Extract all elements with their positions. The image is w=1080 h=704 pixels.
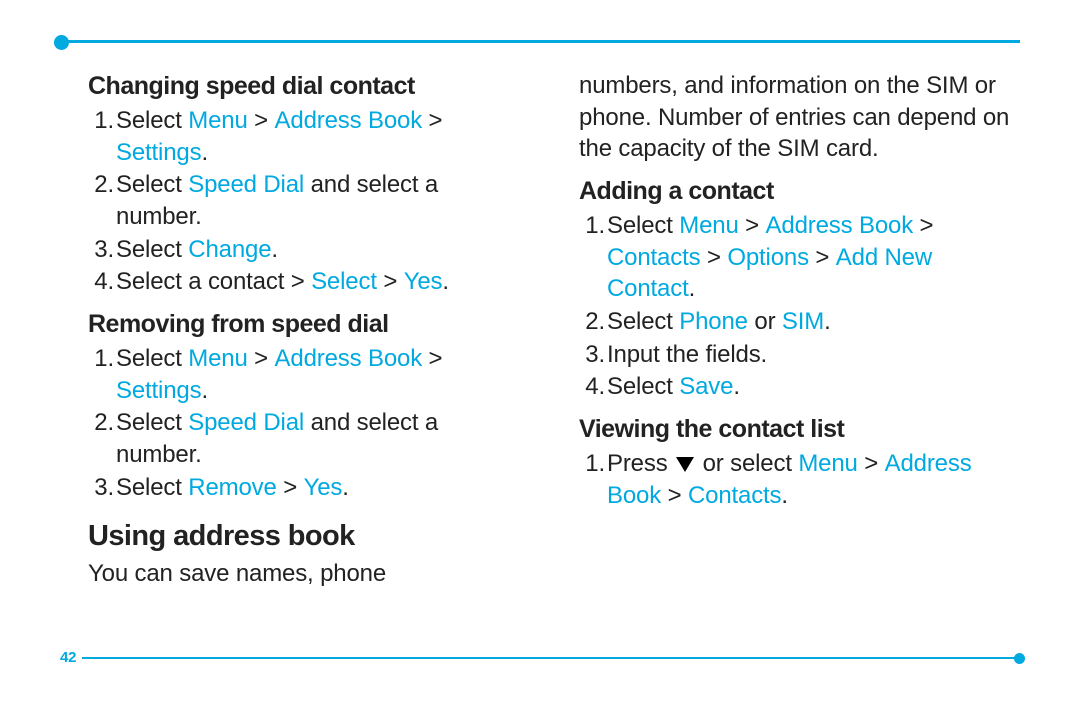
- steps-removing-speed-dial: Select Menu > Address Book > Settings. S…: [88, 343, 529, 503]
- para-address-book-cont: numbers, and information on the SIM or p…: [579, 70, 1020, 165]
- steps-adding-contact: Select Menu > Address Book > Contacts > …: [579, 210, 1020, 403]
- list-item: Select Speed Dial and select a number.: [116, 169, 529, 232]
- steps-changing-speed-dial: Select Menu > Address Book > Settings. S…: [88, 105, 529, 298]
- link-menu: Menu: [798, 450, 857, 477]
- link-contacts: Contacts: [688, 482, 781, 509]
- para-address-book-lead: You can save names, phone: [88, 558, 529, 590]
- heading-changing-speed-dial: Changing speed dial contact: [88, 70, 529, 103]
- list-item: Select Save.: [607, 371, 1020, 403]
- link-contacts: Contacts: [607, 244, 700, 271]
- list-item: Select Remove > Yes.: [116, 472, 529, 504]
- heading-using-address-book: Using address book: [88, 517, 529, 555]
- list-item: Select Phone or SIM.: [607, 306, 1020, 338]
- link-settings: Settings: [116, 139, 201, 166]
- heading-removing-speed-dial: Removing from speed dial: [88, 308, 529, 341]
- list-item: Press or select Menu > Address Book > Co…: [607, 448, 1020, 511]
- link-sim: SIM: [782, 308, 824, 335]
- link-yes: Yes: [304, 474, 343, 501]
- list-item: Select Menu > Address Book > Contacts > …: [607, 210, 1020, 305]
- link-phone: Phone: [679, 308, 748, 335]
- link-speed-dial: Speed Dial: [188, 409, 304, 436]
- bottom-rule: [60, 657, 1020, 659]
- link-menu: Menu: [188, 107, 247, 134]
- link-address-book: Address Book: [275, 107, 423, 134]
- page-content: Changing speed dial contact Select Menu …: [88, 70, 1020, 624]
- list-item: Input the fields.: [607, 339, 1020, 371]
- link-select: Select: [311, 268, 377, 295]
- section-adding-contact: Adding a contact Select Menu > Address B…: [579, 175, 1020, 403]
- link-remove: Remove: [188, 474, 276, 501]
- manual-page: Changing speed dial contact Select Menu …: [0, 0, 1080, 704]
- page-number: 42: [60, 649, 82, 666]
- list-item: Select Menu > Address Book > Settings.: [116, 343, 529, 406]
- list-item: Select Change.: [116, 234, 529, 266]
- section-using-address-book: Using address book You can save names, p…: [88, 517, 529, 589]
- link-yes: Yes: [404, 268, 443, 295]
- steps-viewing-contact-list: Press or select Menu > Address Book > Co…: [579, 448, 1020, 511]
- down-arrow-icon: [676, 457, 694, 472]
- list-item: Select Menu > Address Book > Settings.: [116, 105, 529, 168]
- link-options: Options: [727, 244, 809, 271]
- link-menu: Menu: [188, 345, 247, 372]
- link-address-book: Address Book: [275, 345, 423, 372]
- top-rule: [60, 40, 1020, 43]
- link-address-book: Address Book: [766, 212, 914, 239]
- section-changing-speed-dial: Changing speed dial contact Select Menu …: [88, 70, 529, 298]
- link-settings: Settings: [116, 377, 201, 404]
- link-menu: Menu: [679, 212, 738, 239]
- link-change: Change: [188, 236, 271, 263]
- list-item: Select a contact > Select > Yes.: [116, 266, 529, 298]
- link-save: Save: [679, 373, 733, 400]
- section-removing-speed-dial: Removing from speed dial Select Menu > A…: [88, 308, 529, 503]
- heading-adding-contact: Adding a contact: [579, 175, 1020, 208]
- link-speed-dial: Speed Dial: [188, 171, 304, 198]
- section-viewing-contact-list: Viewing the contact list Press or select…: [579, 413, 1020, 511]
- list-item: Select Speed Dial and select a number.: [116, 407, 529, 470]
- heading-viewing-contact-list: Viewing the contact list: [579, 413, 1020, 446]
